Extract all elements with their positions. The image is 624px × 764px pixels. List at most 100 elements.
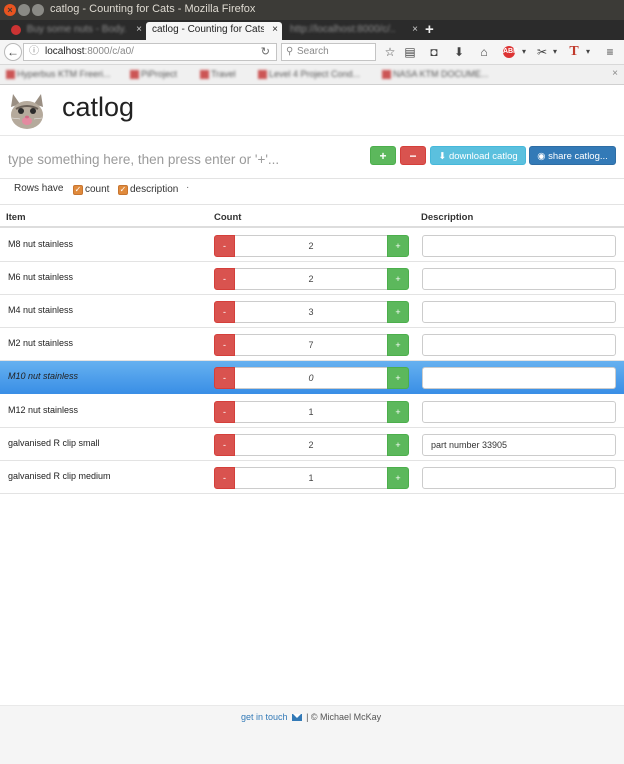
navigation-toolbar: ← ⓘ localhost:8000/c/a0/ ↻ ⚲ Search ☆ ▤ … [0,40,624,65]
count-field[interactable]: 1 [235,401,387,423]
adblock-icon[interactable]: ABP [503,46,518,58]
table-row-selected[interactable]: M10 nut stainless - 0 + [0,361,624,394]
increment-button[interactable]: + [387,434,409,456]
tab-catlog[interactable]: catlog - Counting for Cats × [146,22,282,40]
description-field[interactable] [422,467,616,489]
count-field[interactable]: 2 [235,434,387,456]
tab-localhost[interactable]: http://localhost:8000/c/... × [284,22,422,40]
bookmarks-toolbar: Hyperbus KTM Freeri... PiProject Travel … [0,65,624,85]
increment-button[interactable]: + [387,334,409,356]
count-field[interactable]: 2 [235,268,387,290]
decrement-button[interactable]: - [214,235,235,257]
item-name[interactable]: M10 nut stainless [8,371,78,381]
tab-buy-nuts[interactable]: Buy some nuts - Body... × [6,22,146,40]
description-field[interactable]: part number 33905 [422,434,616,456]
download-icon[interactable]: ⬇ [451,44,467,60]
item-name[interactable]: galvanised R clip small [8,438,100,448]
chevron-down-icon[interactable]: ▾ [516,44,532,60]
count-field[interactable]: 1 [235,467,387,489]
close-icon[interactable]: × [612,68,618,79]
download-catlog-button[interactable]: ⬇ download catlog [430,146,526,165]
window-close-icon[interactable]: × [4,4,16,16]
remove-item-button[interactable]: − [400,146,426,165]
table-row[interactable]: M6 nut stainless - 2 + [0,262,624,295]
app-header: catlog [0,86,624,136]
share-catlog-button[interactable]: ◉ share catlog... [529,146,616,165]
count-checkbox-label[interactable]: count [85,184,109,195]
bookmark-item[interactable]: PiProject [130,69,177,80]
hamburger-menu-icon[interactable]: ≡ [602,44,618,60]
item-name[interactable]: galvanised R clip medium [8,471,111,481]
home-icon[interactable]: ⌂ [476,44,492,60]
window-maximize-icon[interactable] [32,4,44,16]
item-name[interactable]: M12 nut stainless [8,405,78,415]
add-item-button[interactable]: + [370,146,396,165]
increment-button[interactable]: + [387,401,409,423]
increment-button[interactable]: + [387,467,409,489]
reading-list-icon[interactable]: ▤ [402,44,418,60]
table-row[interactable]: galvanised R clip medium - 1 + [0,461,624,494]
reload-icon[interactable]: ↻ [261,44,270,60]
item-name[interactable]: M4 nut stainless [8,305,73,315]
column-header-description: Description [421,212,474,223]
tab-close-icon[interactable]: × [136,22,142,38]
window-minimize-icon[interactable] [18,4,30,16]
bookmark-item[interactable]: Level 4 Project Cond... [258,69,360,80]
table-row[interactable]: galvanised R clip small - 2 + part numbe… [0,428,624,461]
description-field[interactable] [422,301,616,323]
decrement-button[interactable]: - [214,401,235,423]
url-text: localhost:8000/c/a0/ [45,46,134,57]
get-in-touch-link[interactable]: get in touch [241,712,288,722]
item-name[interactable]: M6 nut stainless [8,272,73,282]
count-field[interactable]: 3 [235,301,387,323]
increment-button[interactable]: + [387,301,409,323]
new-tab-icon[interactable]: + [425,21,434,38]
description-field[interactable] [422,235,616,257]
app-title: catlog [62,92,135,122]
description-checkbox-label[interactable]: description [130,184,178,195]
back-arrow-icon[interactable]: ← [4,43,22,61]
decrement-button[interactable]: - [214,367,235,389]
description-field[interactable] [422,367,616,389]
bookmark-item[interactable]: Travel [200,69,236,80]
description-field[interactable] [422,401,616,423]
search-input[interactable]: ⚲ Search [281,43,376,61]
increment-button[interactable]: + [387,268,409,290]
new-item-input[interactable] [8,148,338,170]
count-checkbox[interactable]: ✓ [73,185,83,195]
page-footer: get in touch | © Michael McKay [0,705,624,764]
count-field[interactable]: 7 [235,334,387,356]
envelope-icon[interactable] [291,714,302,722]
item-name[interactable]: M2 nut stainless [8,338,73,348]
page-info-icon[interactable]: ⓘ [29,44,39,60]
increment-button[interactable]: + [387,367,409,389]
table-row[interactable]: M4 nut stainless - 3 + [0,295,624,328]
tab-close-icon[interactable]: × [412,22,418,38]
decrement-button[interactable]: - [214,334,235,356]
decrement-button[interactable]: - [214,434,235,456]
chevron-down-icon[interactable]: ▾ [580,44,596,60]
decrement-button[interactable]: - [214,301,235,323]
decrement-button[interactable]: - [214,467,235,489]
table-row[interactable]: M12 nut stainless - 1 + [0,395,624,428]
description-field[interactable] [422,334,616,356]
description-checkbox[interactable]: ✓ [118,185,128,195]
decrement-button[interactable]: - [214,268,235,290]
count-field[interactable]: 2 [235,235,387,257]
tab-label: Buy some nuts - Body... [26,24,127,35]
search-placeholder: Search [297,46,329,57]
item-name[interactable]: M8 nut stainless [8,239,73,249]
table-row[interactable]: M2 nut stainless - 7 + [0,328,624,361]
url-bar[interactable]: ⓘ localhost:8000/c/a0/ ↻ [23,43,277,61]
bookmark-item[interactable]: NASA KTM DOCUME... [382,69,489,80]
chevron-down-icon[interactable]: ▾ [547,44,563,60]
footer-separator: | [306,712,309,722]
bookmark-item[interactable]: Hyperbus KTM Freeri... [6,69,111,80]
count-field[interactable]: 0 [235,367,387,389]
table-row[interactable]: M8 nut stainless - 2 + [0,229,624,262]
bookmark-star-icon[interactable]: ☆ [382,44,398,60]
tab-close-icon[interactable]: × [272,22,278,38]
description-field[interactable] [422,268,616,290]
increment-button[interactable]: + [387,235,409,257]
pocket-icon[interactable]: ◘ [426,44,442,60]
